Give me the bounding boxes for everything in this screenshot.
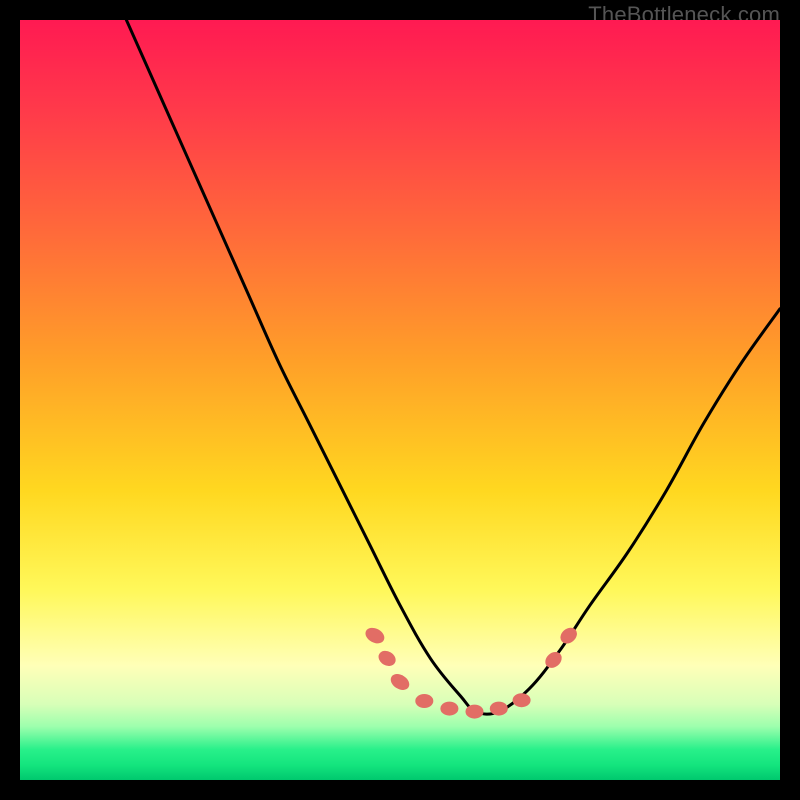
curve-marker — [490, 702, 508, 716]
chart-svg — [20, 20, 780, 780]
curve-marker — [466, 705, 484, 719]
curve-marker — [376, 648, 399, 669]
curve-marker — [363, 625, 387, 647]
chart-frame: TheBottleneck.com — [0, 0, 800, 800]
bottleneck-curve — [126, 20, 780, 714]
plot-area — [20, 20, 780, 780]
curve-marker — [513, 693, 531, 707]
curve-marker — [388, 671, 412, 693]
curve-marker — [415, 694, 433, 708]
marker-group — [363, 624, 580, 718]
curve-marker — [440, 702, 458, 716]
